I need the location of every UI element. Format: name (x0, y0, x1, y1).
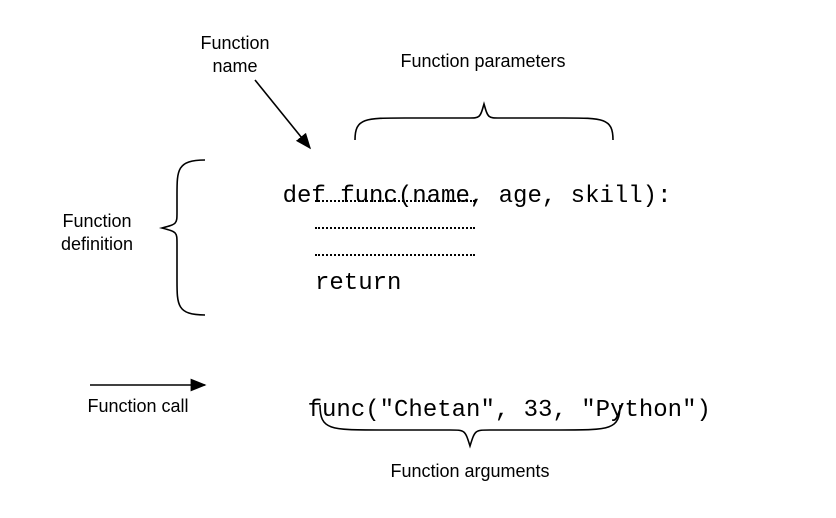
code-body-dots-1 (315, 200, 475, 202)
label-function-parameters: Function parameters (373, 50, 593, 73)
brace-function-definition (162, 160, 205, 315)
code-call-open: ( (365, 397, 379, 424)
code-body-dots-3 (315, 254, 475, 256)
code-call-close: ) (696, 397, 710, 424)
code-call-args: "Chetan", 33, "Python" (380, 397, 697, 424)
code-call-name: func (308, 397, 366, 424)
code-def-line: def func(name, age, skill): (225, 156, 671, 237)
code-call-line: func("Chetan", 33, "Python") (250, 370, 711, 451)
label-function-arguments: Function arguments (370, 460, 570, 483)
code-def-keyword: def (283, 183, 341, 210)
code-body-dots-2 (315, 227, 475, 229)
diagram-stage: Function name Function parameters Functi… (0, 0, 836, 518)
label-function-name: Function name (190, 32, 280, 77)
code-paren-close-colon: ): (643, 183, 672, 210)
label-function-call: Function call (78, 395, 198, 418)
code-params: name, age, skill (412, 183, 642, 210)
code-paren-open: ( (398, 183, 412, 210)
arrow-function-name (255, 80, 310, 148)
code-return: return (315, 270, 401, 297)
brace-function-parameters (355, 104, 613, 140)
code-func-name: func (340, 183, 398, 210)
label-function-definition: Function definition (47, 210, 147, 255)
